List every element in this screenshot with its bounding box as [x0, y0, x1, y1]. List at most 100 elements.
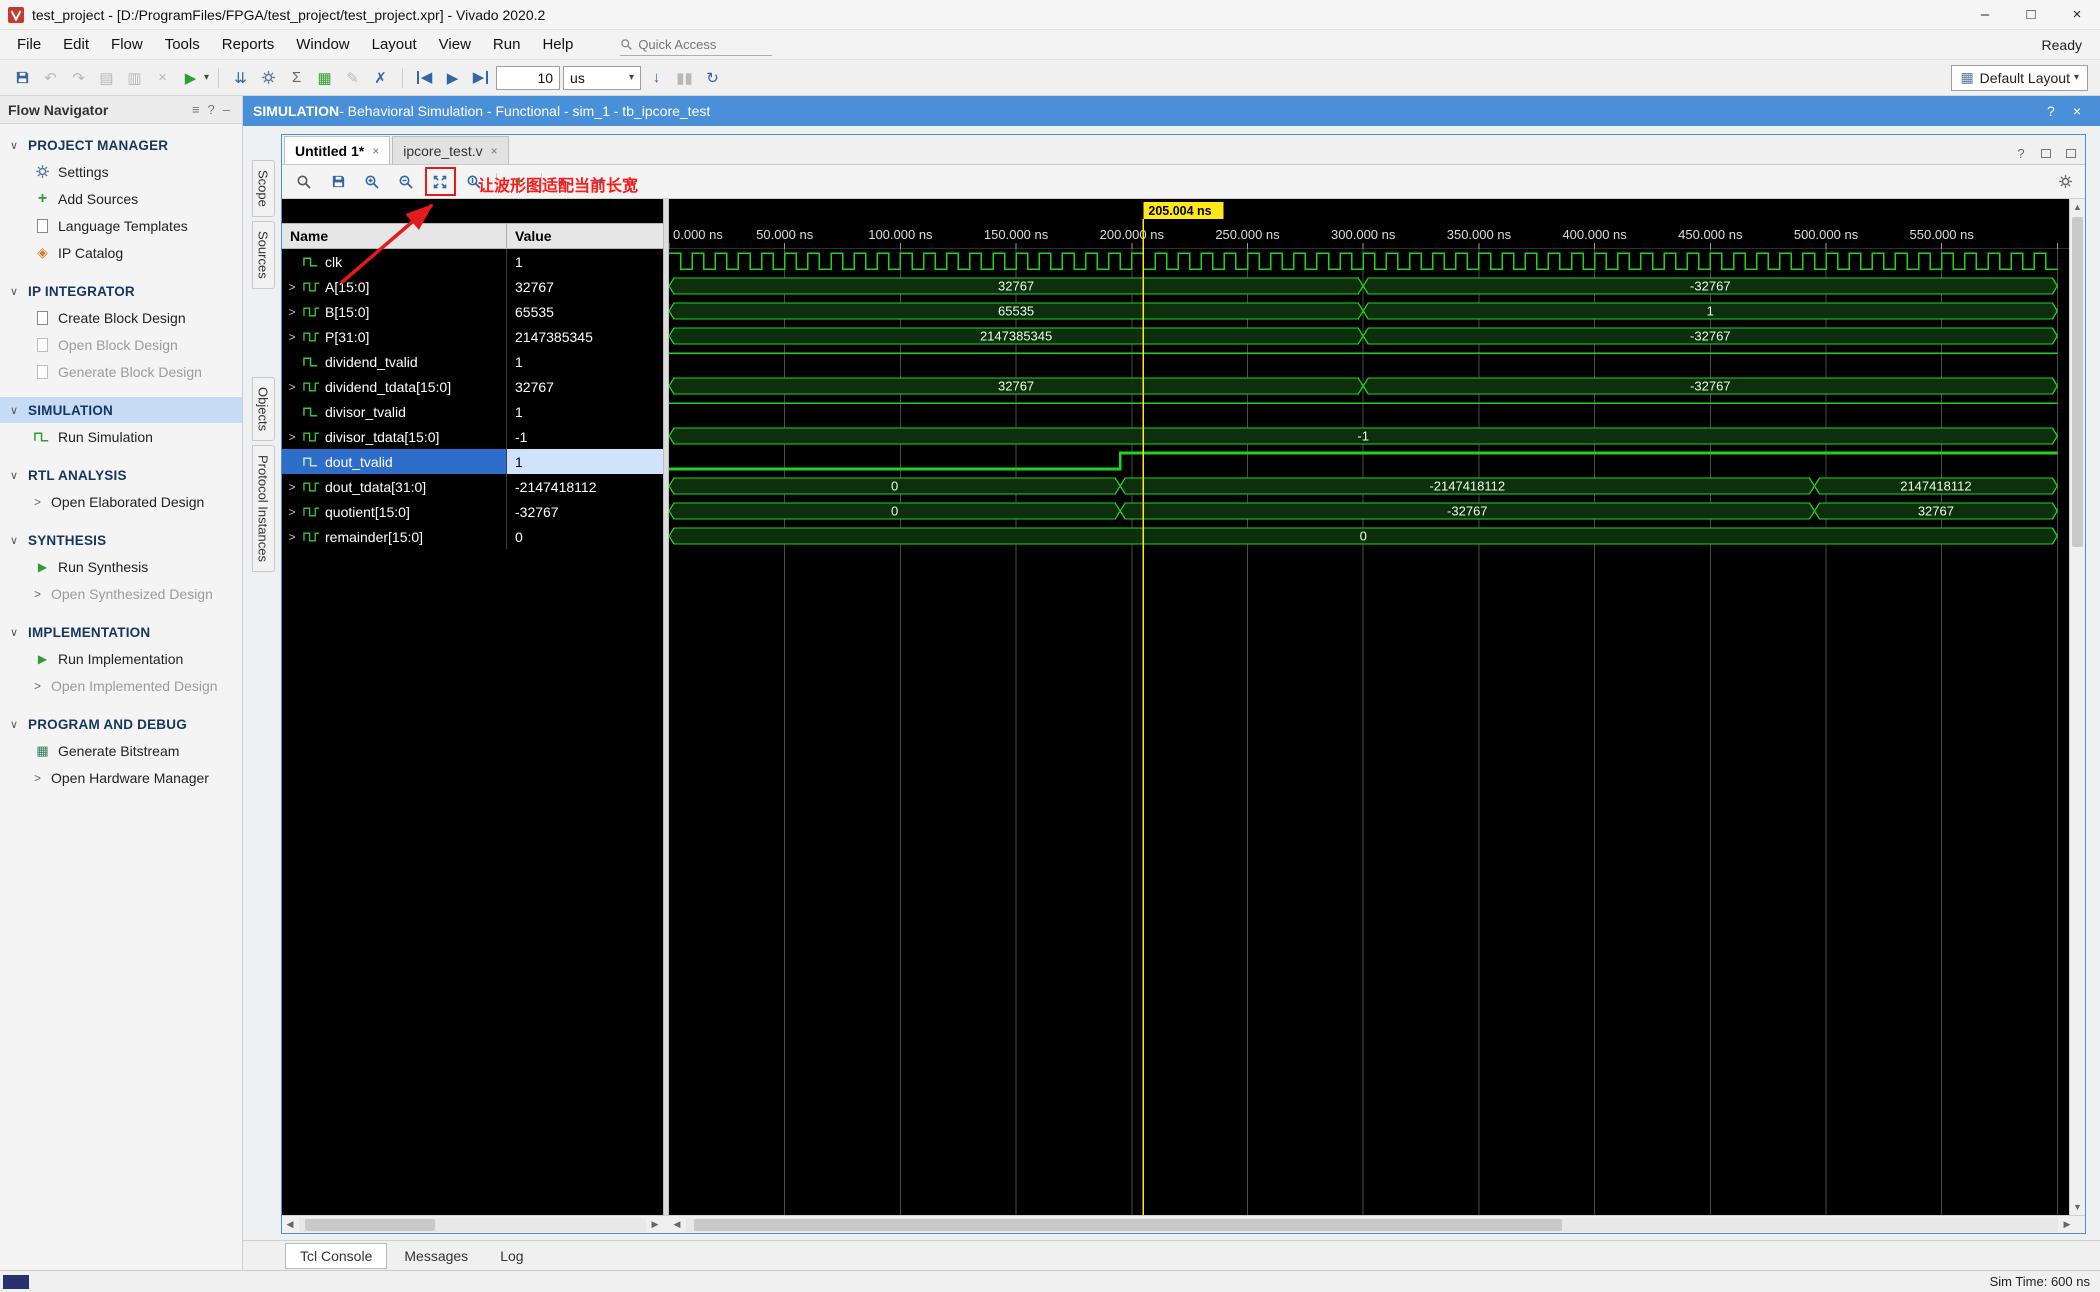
side-tab-objects[interactable]: Objects	[251, 376, 275, 441]
chevron-right-icon[interactable]: >	[34, 771, 44, 785]
signal-row-remainder[interactable]: > remainder[15:0] 0	[282, 524, 663, 549]
scrollbar-thumb[interactable]	[305, 1218, 435, 1231]
signal-name-cell[interactable]: clk	[282, 249, 506, 274]
panel-help-icon[interactable]: ?	[2010, 142, 2032, 164]
flownav-section-project-manager[interactable]: ∨ PROJECT MANAGER	[0, 132, 242, 158]
menu-item-file[interactable]: File	[6, 30, 52, 60]
flownav-item-language-templates[interactable]: Language Templates	[0, 212, 242, 239]
board-button[interactable]: ▦	[312, 65, 337, 91]
side-tab-scope[interactable]: Scope	[251, 160, 275, 217]
maximize-panel-icon[interactable]	[2060, 142, 2082, 164]
tab-close-icon[interactable]: ×	[372, 144, 379, 158]
flownav-item-generate-bitstream[interactable]: ▦ Generate Bitstream	[0, 737, 242, 764]
menu-item-flow[interactable]: Flow	[100, 30, 154, 60]
signal-name-cell[interactable]: > remainder[15:0]	[282, 524, 506, 549]
run-flow-caret-icon[interactable]: ▾	[204, 72, 209, 83]
name-column-header[interactable]: Name	[282, 224, 506, 248]
minimize-button[interactable]: –	[1962, 0, 2008, 30]
report-button[interactable]: Σ	[284, 65, 309, 91]
signal-name-cell[interactable]: divisor_tvalid	[282, 399, 506, 424]
expander-icon[interactable]: >	[286, 480, 298, 494]
collapsed-panel-icon[interactable]	[3, 1274, 29, 1289]
expander-icon[interactable]: >	[286, 530, 298, 544]
step-time-button[interactable]: ↓	[644, 65, 669, 91]
signal-row-quotient[interactable]: > quotient[15:0] -32767	[282, 499, 663, 524]
flownav-section-program-and-debug[interactable]: ∨ PROGRAM AND DEBUG	[0, 711, 242, 737]
breakpoint-button[interactable]: ✗	[368, 65, 393, 91]
signal-row-b[interactable]: > B[15:0] 65535	[282, 299, 663, 324]
signal-row-a[interactable]: > A[15:0] 32767	[282, 274, 663, 299]
time-unit-select[interactable]: us ▾	[563, 65, 642, 90]
zoom-in-button[interactable]	[360, 170, 384, 194]
menu-item-run[interactable]: Run	[482, 30, 532, 60]
save-waveform-button[interactable]	[326, 170, 350, 194]
scroll-right-icon[interactable]: ▶	[2059, 1219, 2075, 1230]
edit-button[interactable]: ✎	[340, 65, 365, 91]
tab-close-icon[interactable]: ×	[491, 144, 498, 158]
flownav-section-synthesis[interactable]: ∨ SYNTHESIS	[0, 527, 242, 553]
expander-icon[interactable]: >	[286, 380, 298, 394]
save-button[interactable]	[10, 65, 35, 91]
flownav-item-settings[interactable]: Settings	[0, 158, 242, 185]
side-tab-protocol-instances[interactable]: Protocol Instances	[251, 444, 275, 572]
menu-item-layout[interactable]: Layout	[361, 30, 428, 60]
find-button[interactable]	[292, 170, 316, 194]
signal-row-clk[interactable]: clk 1	[282, 249, 663, 274]
tab-tcl-console[interactable]: Tcl Console	[285, 1242, 388, 1269]
chevron-right-icon[interactable]: >	[34, 587, 44, 601]
scroll-left-icon[interactable]: ◀	[282, 1219, 298, 1230]
signal-row-divisor-tvalid[interactable]: divisor_tvalid 1	[282, 399, 663, 424]
value-column-header[interactable]: Value	[506, 224, 663, 248]
signal-row-dout-tvalid[interactable]: dout_tvalid 1	[282, 449, 663, 474]
expander-icon[interactable]: >	[286, 505, 298, 519]
pause-button[interactable]: ▮▮	[672, 65, 697, 91]
chevron-right-icon[interactable]: >	[34, 495, 44, 509]
tab-ipcore-test[interactable]: ipcore_test.v ×	[392, 136, 509, 164]
delete-button[interactable]: ×	[150, 65, 175, 91]
expander-icon[interactable]: >	[286, 280, 298, 294]
signal-name-cell[interactable]: dividend_tvalid	[282, 349, 506, 374]
signal-row-p[interactable]: > P[31:0] 2147385345	[282, 324, 663, 349]
panel-minimize-icon[interactable]: –	[219, 102, 234, 117]
panel-help-icon[interactable]: ?	[204, 102, 219, 117]
wave-settings-button[interactable]	[2053, 170, 2077, 194]
chevron-right-icon[interactable]: >	[34, 679, 44, 693]
menu-item-edit[interactable]: Edit	[52, 30, 100, 60]
signal-name-cell[interactable]: > divisor_tdata[15:0]	[282, 424, 506, 449]
flownav-section-ip-integrator[interactable]: ∨ IP INTEGRATOR	[0, 278, 242, 304]
signal-row-dout-tdata[interactable]: > dout_tdata[31:0] -2147418112	[282, 474, 663, 499]
settings-button[interactable]	[256, 65, 281, 91]
run-for-button[interactable]: ▶	[468, 65, 493, 91]
signal-name-cell[interactable]: > quotient[15:0]	[282, 499, 506, 524]
flownav-item-ip-catalog[interactable]: ◈ IP Catalog	[0, 239, 242, 266]
expander-icon[interactable]: >	[286, 430, 298, 444]
scroll-right-icon[interactable]: ▶	[647, 1219, 663, 1230]
zoom-out-button[interactable]	[394, 170, 418, 194]
maximize-button[interactable]: □	[2008, 0, 2054, 30]
flownav-section-implementation[interactable]: ∨ IMPLEMENTATION	[0, 619, 242, 645]
menu-item-reports[interactable]: Reports	[211, 30, 286, 60]
flownav-item-open-hardware-manager[interactable]: > Open Hardware Manager	[0, 764, 242, 791]
wave-scrollbar[interactable]: ◀ ▶	[669, 1216, 2075, 1233]
scroll-up-icon[interactable]: ▲	[2070, 199, 2085, 215]
scroll-down-icon[interactable]: ▼	[2070, 1199, 2085, 1215]
quick-access-box[interactable]	[620, 34, 773, 56]
flownav-item-run-implementation[interactable]: ▶ Run Implementation	[0, 645, 242, 672]
scrollbar-thumb[interactable]	[694, 1218, 1562, 1231]
scrollbar-thumb[interactable]	[2072, 217, 2083, 547]
tab-messages[interactable]: Messages	[389, 1243, 483, 1269]
signal-name-cell[interactable]: > B[15:0]	[282, 299, 506, 324]
flownav-item-open-implemented-design[interactable]: > Open Implemented Design	[0, 672, 242, 699]
run-all-button[interactable]: ▶	[440, 65, 465, 91]
flownav-item-open-elaborated-design[interactable]: > Open Elaborated Design	[0, 488, 242, 515]
menu-item-help[interactable]: Help	[531, 30, 584, 60]
float-panel-icon[interactable]	[2035, 142, 2057, 164]
signal-name-cell[interactable]: > A[15:0]	[282, 274, 506, 299]
expander-icon[interactable]: >	[286, 330, 298, 344]
flownav-section-rtl-analysis[interactable]: ∨ RTL ANALYSIS	[0, 462, 242, 488]
signal-name-cell[interactable]: > dividend_tdata[15:0]	[282, 374, 506, 399]
redo-button[interactable]: ↷	[66, 65, 91, 91]
restart-sim-button[interactable]: ◀	[412, 65, 437, 91]
banner-close-icon[interactable]: ×	[2064, 103, 2090, 119]
panel-menu-icon[interactable]: ≡	[188, 102, 204, 117]
